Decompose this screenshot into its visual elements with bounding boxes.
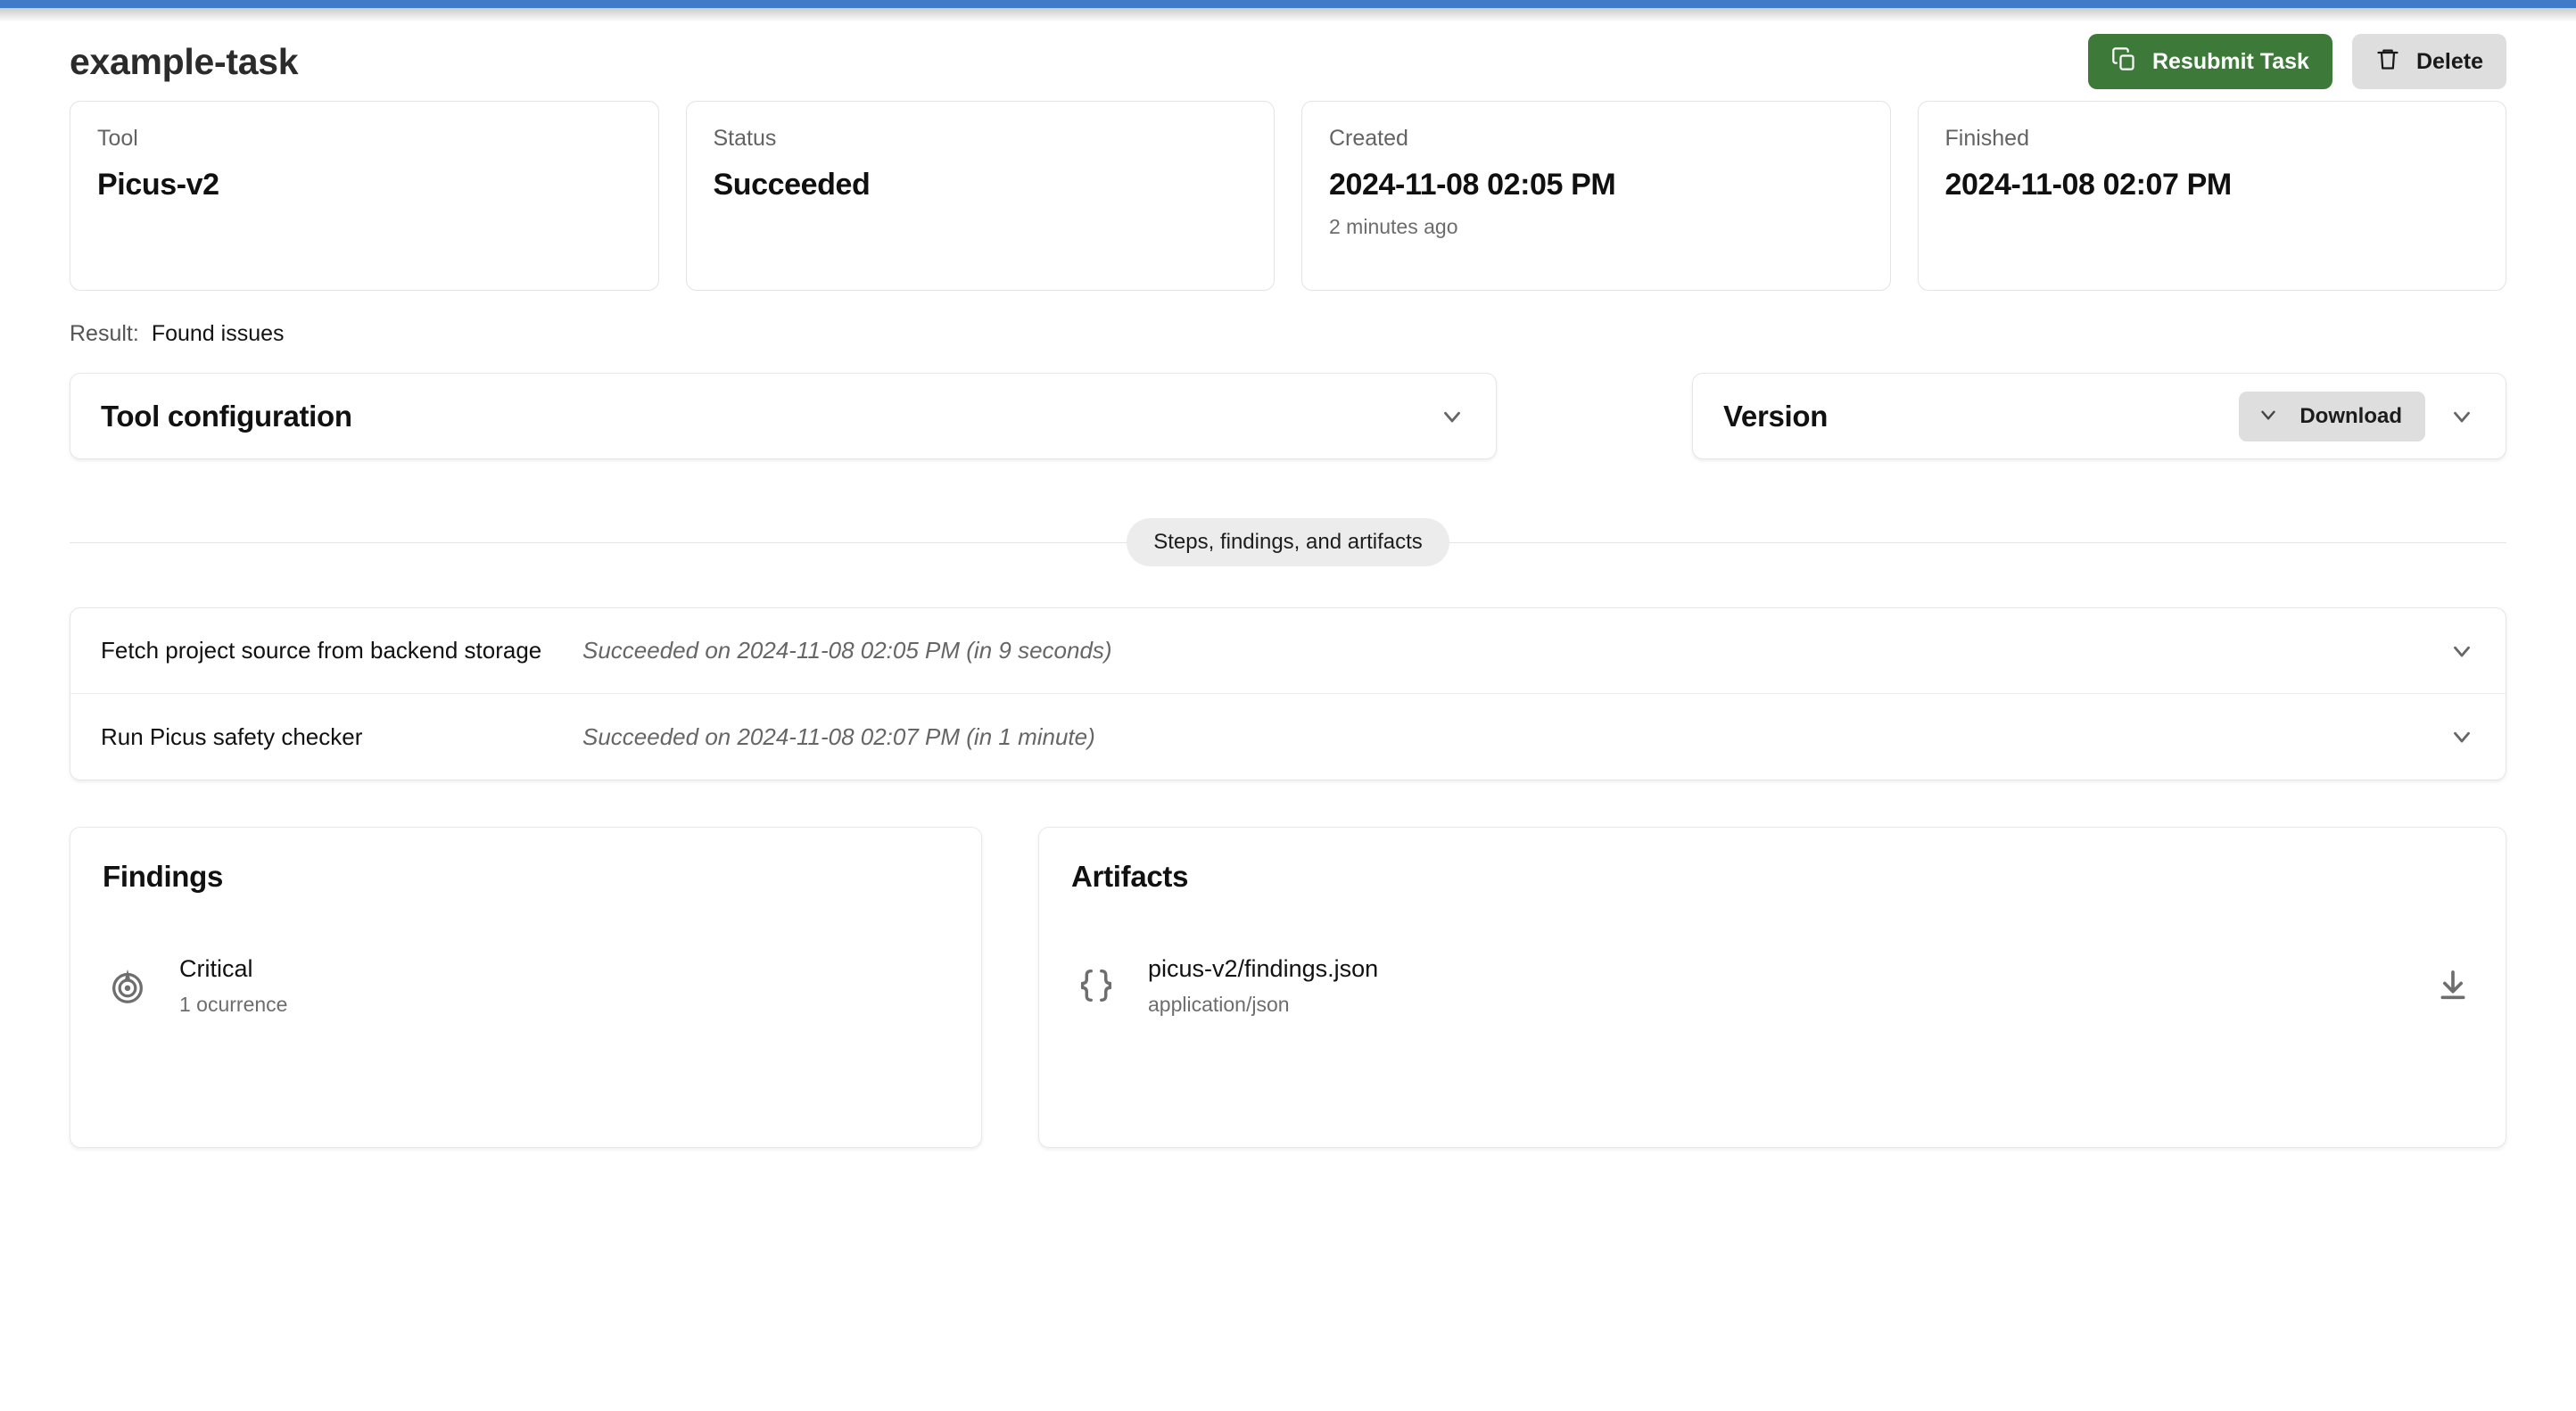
summary-card-label: Created <box>1329 125 1863 152</box>
header-actions: Resubmit Task Delete <box>2088 34 2506 89</box>
top-accent-bar <box>0 0 2576 8</box>
step-row[interactable]: Fetch project source from backend storag… <box>70 608 2506 694</box>
summary-card-value: Picus-v2 <box>97 168 632 202</box>
summary-card-label: Status <box>714 125 1248 152</box>
divider-rule-right <box>1449 542 2506 543</box>
chevron-down-icon[interactable] <box>2448 638 2475 664</box>
findings-card: Findings Critical 1 ocurrence <box>70 827 982 1148</box>
critical-severity-icon <box>103 961 153 1011</box>
findings-title: Findings <box>103 860 949 894</box>
summary-card-value: 2024-11-08 02:07 PM <box>1945 168 2480 202</box>
artifact-name: picus-v2/findings.json <box>1148 954 2406 985</box>
version-panel-actions: Download <box>2239 392 2475 441</box>
summary-card-label: Tool <box>97 125 632 152</box>
version-title: Version <box>1723 400 1828 433</box>
version-panel[interactable]: Version Download <box>1692 373 2506 459</box>
section-divider: Steps, findings, and artifacts <box>70 518 2506 566</box>
artifacts-card: Artifacts picus-v2/findings.json applica… <box>1038 827 2506 1148</box>
finding-row[interactable]: Critical 1 ocurrence <box>103 954 949 1017</box>
page-container: example-task Resubmit Task <box>0 8 2576 1148</box>
artifacts-title: Artifacts <box>1071 860 2473 894</box>
summary-card-finished: Finished 2024-11-08 02:07 PM <box>1918 101 2507 291</box>
collapsible-panels: Tool configuration Version Download <box>70 373 2506 459</box>
summary-card-value: Succeeded <box>714 168 1248 202</box>
summary-card-created: Created 2024-11-08 02:05 PM 2 minutes ag… <box>1301 101 1891 291</box>
tool-configuration-title: Tool configuration <box>101 400 352 433</box>
resubmit-task-button[interactable]: Resubmit Task <box>2088 34 2332 89</box>
chevron-down-icon <box>2257 403 2283 430</box>
divider-pill-label: Steps, findings, and artifacts <box>1127 518 1449 566</box>
summary-card-tool: Tool Picus-v2 <box>70 101 659 291</box>
trash-icon <box>2375 46 2400 78</box>
result-value: Found issues <box>152 321 285 347</box>
summary-cards: Tool Picus-v2 Status Succeeded Created 2… <box>70 101 2506 291</box>
download-label: Download <box>2299 404 2402 429</box>
artifact-text: picus-v2/findings.json application/json <box>1148 954 2406 1017</box>
chevron-down-icon[interactable] <box>2448 403 2475 430</box>
download-icon[interactable] <box>2432 965 2473 1006</box>
step-name: Fetch project source from backend storag… <box>101 637 582 664</box>
summary-card-status: Status Succeeded <box>686 101 1276 291</box>
chevron-down-icon[interactable] <box>1439 403 1466 430</box>
page-header: example-task Resubmit Task <box>70 8 2506 95</box>
summary-card-label: Finished <box>1945 125 2480 152</box>
step-status: Succeeded on 2024-11-08 02:05 PM (in 9 s… <box>582 637 2448 664</box>
result-line: Result: Found issues <box>70 321 2506 351</box>
resubmit-task-label: Resubmit Task <box>2152 49 2309 75</box>
finding-count: 1 ocurrence <box>179 993 949 1017</box>
finding-text: Critical 1 ocurrence <box>179 954 949 1017</box>
artifact-row[interactable]: picus-v2/findings.json application/json <box>1071 954 2473 1017</box>
findings-artifacts-row: Findings Critical 1 ocurrence Artifacts <box>70 827 2506 1148</box>
page-title: example-task <box>70 41 298 83</box>
download-button[interactable]: Download <box>2239 392 2425 441</box>
steps-list: Fetch project source from backend storag… <box>70 607 2506 780</box>
chevron-down-icon[interactable] <box>2448 723 2475 750</box>
artifact-mime: application/json <box>1148 993 2406 1017</box>
tool-configuration-panel[interactable]: Tool configuration <box>70 373 1497 459</box>
result-label: Result: <box>70 321 139 347</box>
step-row[interactable]: Run Picus safety checker Succeeded on 20… <box>70 694 2506 780</box>
summary-card-value: 2024-11-08 02:05 PM <box>1329 168 1863 202</box>
finding-severity: Critical <box>179 954 949 985</box>
delete-label: Delete <box>2416 49 2483 75</box>
summary-card-sub: 2 minutes ago <box>1329 215 1863 239</box>
divider-rule-left <box>70 542 1127 543</box>
step-name: Run Picus safety checker <box>101 723 582 751</box>
step-status: Succeeded on 2024-11-08 02:07 PM (in 1 m… <box>582 723 2448 751</box>
delete-button[interactable]: Delete <box>2352 34 2506 89</box>
copy-icon <box>2111 46 2136 78</box>
json-braces-icon <box>1071 961 1121 1011</box>
